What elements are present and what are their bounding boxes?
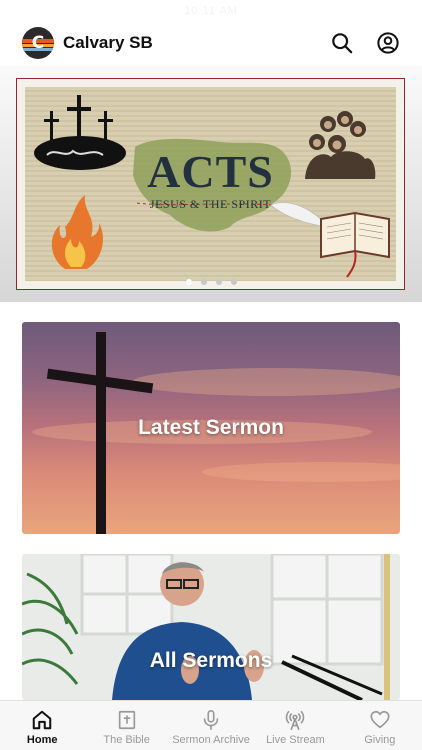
tab-giving[interactable]: Giving: [338, 701, 422, 750]
tab-live-stream[interactable]: Live Stream: [253, 701, 337, 750]
carousel-dot[interactable]: [230, 279, 237, 285]
carousel-dot[interactable]: [200, 279, 207, 285]
latest-sermon-card[interactable]: Latest Sermon: [22, 322, 400, 534]
account-icon: [377, 32, 399, 54]
broadcast-icon: [286, 710, 305, 730]
carousel-dot[interactable]: [215, 279, 222, 285]
microphone-icon: [203, 710, 219, 730]
hero-subtitle: JESUS & THE SPIRIT: [149, 197, 272, 211]
tab-sermon-archive-label: Sermon Archive: [172, 734, 250, 746]
carousel-dot[interactable]: [185, 279, 192, 285]
hero-title: ACTS: [147, 146, 274, 197]
hero-banner[interactable]: ACTS JESUS & THE SPIRIT: [16, 78, 405, 290]
app-header: C Calvary SB: [0, 20, 422, 66]
search-icon: [332, 33, 353, 54]
status-time: 10:11 AM: [184, 5, 238, 17]
tab-giving-label: Giving: [364, 734, 396, 746]
bottom-tab-bar: Home The Bible Sermon Archive Live Strea…: [0, 700, 422, 750]
search-button[interactable]: [330, 31, 354, 55]
account-button[interactable]: [376, 31, 400, 55]
tab-home[interactable]: Home: [0, 701, 84, 750]
app-logo: C: [22, 27, 54, 59]
preacher-photo: [22, 554, 390, 700]
status-bar: 10:11 AM: [0, 0, 422, 20]
tab-live-stream-label: Live Stream: [266, 734, 325, 746]
latest-sermon-label: Latest Sermon: [138, 416, 284, 439]
all-sermons-card[interactable]: All Sermons: [22, 554, 400, 700]
carousel-indicator: [0, 279, 422, 285]
bible-icon: [118, 710, 135, 730]
hero-carousel[interactable]: ACTS JESUS & THE SPIRIT: [0, 66, 422, 302]
home-icon: [32, 710, 52, 730]
all-sermons-label: All Sermons: [149, 649, 273, 672]
heart-icon: [370, 710, 390, 729]
logo-letter: C: [31, 32, 45, 53]
tab-home-label: Home: [26, 734, 58, 746]
tab-the-bible-label: The Bible: [103, 734, 150, 746]
app-title: Calvary SB: [63, 33, 153, 52]
tab-the-bible[interactable]: The Bible: [84, 701, 168, 750]
tab-sermon-archive[interactable]: Sermon Archive: [169, 701, 253, 750]
